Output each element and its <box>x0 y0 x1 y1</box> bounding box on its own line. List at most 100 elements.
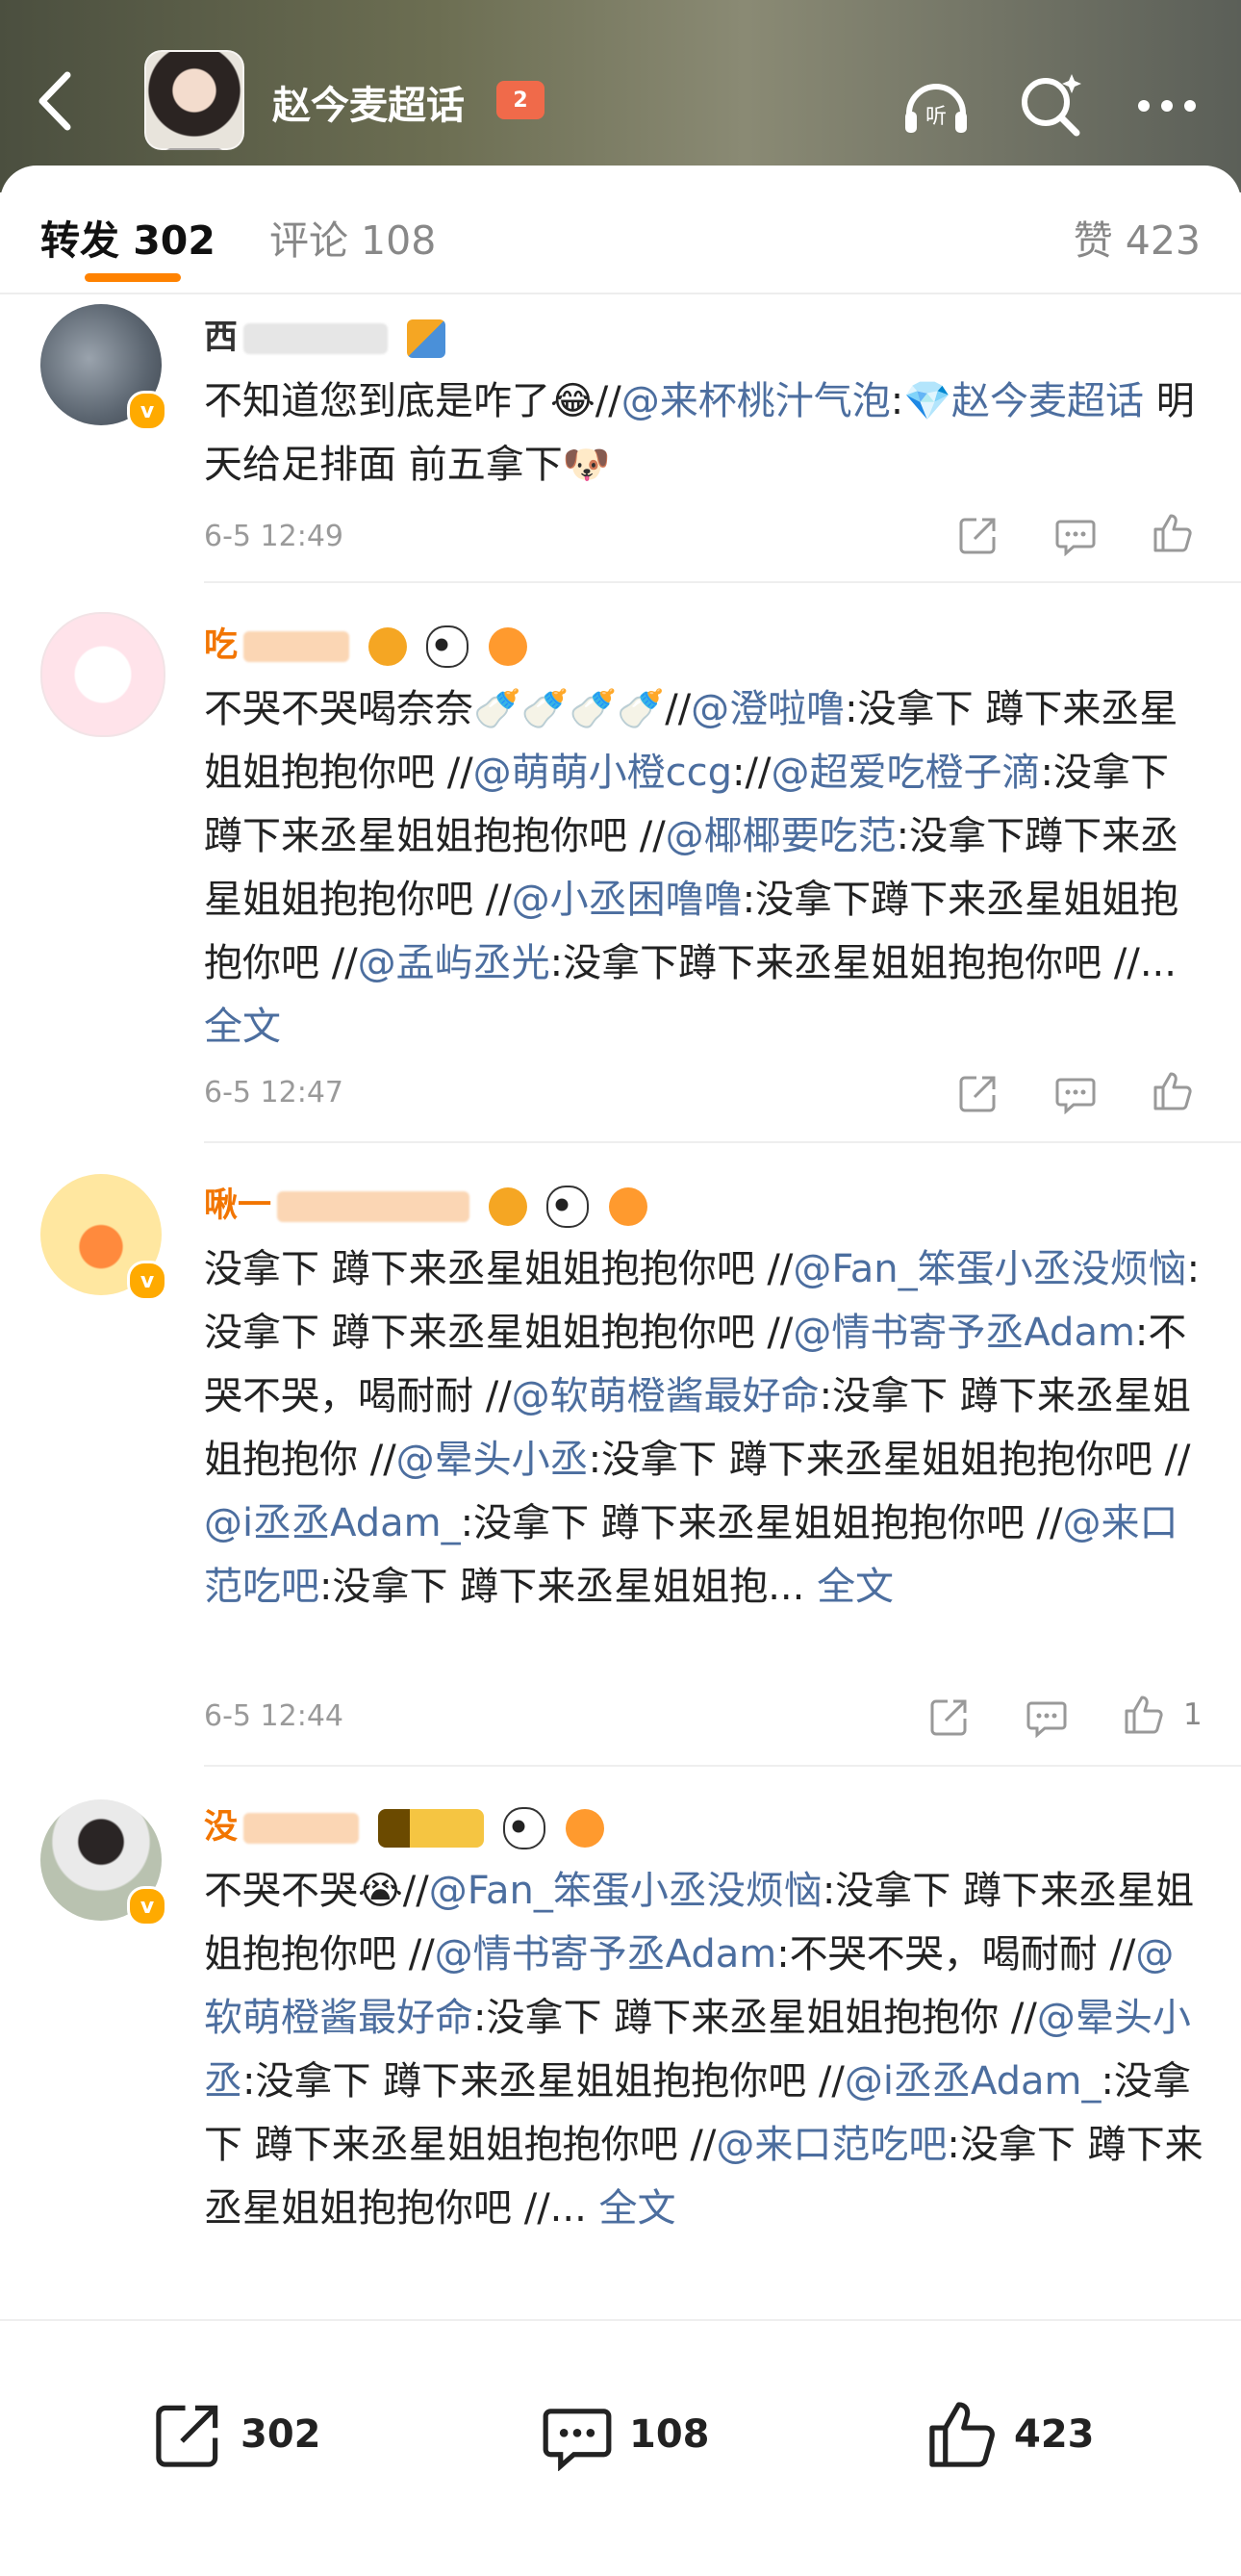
username[interactable]: 啾一 <box>204 1178 647 1228</box>
top-header: 赵今麦超话 2 听 <box>0 0 1241 192</box>
mention-link[interactable]: @椰椰要吃范 <box>666 814 897 858</box>
mention-link[interactable]: @情书寄予丞Adam <box>793 1311 1135 1355</box>
mention-link[interactable]: @晕头小丞 <box>396 1438 589 1482</box>
mention-link[interactable]: @Fan_笨蛋小丞没烦恼 <box>793 1247 1186 1291</box>
post-time: 6-5 12:44 <box>204 1699 343 1733</box>
post-text: :没拿下 蹲下来丞星姐姐抱抱你 // <box>473 1996 1037 2040</box>
like-icon[interactable] <box>1152 1070 1194 1112</box>
repost-icon <box>156 2405 218 2467</box>
mention-link[interactable]: @来杯桃汁气泡 <box>621 379 891 423</box>
bottom-action-bar: 302 108 423 <box>0 2319 1241 2576</box>
post-text: 不知道您到底是咋了😂// <box>204 379 621 423</box>
mention-link[interactable]: @i丞丞Adam_ <box>845 2059 1102 2104</box>
repost-icon[interactable] <box>957 514 1000 556</box>
verified-badge: v <box>127 1261 167 1301</box>
post-text: :不哭不哭，喝耐耐 // <box>776 1932 1136 1977</box>
post-time: 6-5 12:47 <box>204 1076 343 1109</box>
redacted-name <box>277 1191 470 1222</box>
post-content[interactable]: 不知道您到底是咋了😂//@来杯桃汁气泡:💎赵今麦超话 明天给足排面 前五拿下🐶 <box>204 370 1204 497</box>
redacted-name <box>243 323 389 354</box>
comment-icon[interactable] <box>1026 1696 1068 1738</box>
fish-icon <box>608 1187 647 1226</box>
redacted-name <box>243 1813 360 1844</box>
expand-full-text-link[interactable]: 全文 <box>599 2186 676 2231</box>
tab-likes[interactable]: 赞 423 <box>1074 208 1201 266</box>
panda-icon <box>546 1186 590 1228</box>
post-content[interactable]: 不哭不哭喝奈奈🍼🍼🍼🍼//@澄啦噜:没拿下 蹲下来丞星姐姐抱抱你吧 //@萌萌小… <box>204 677 1204 1058</box>
back-icon[interactable] <box>29 67 87 135</box>
comment-button[interactable]: 108 <box>541 2398 710 2471</box>
fish-icon <box>488 627 527 666</box>
level-badge-icon <box>378 1809 485 1848</box>
post-text: :// <box>732 751 772 795</box>
item-divider <box>204 1141 1241 1143</box>
crown-badge-icon <box>489 1187 528 1226</box>
post-text: : <box>890 379 904 423</box>
listen-icon[interactable]: 听 <box>899 69 973 142</box>
mention-link[interactable]: @Fan_笨蛋小丞没烦恼 <box>429 1869 823 1913</box>
mention-link[interactable]: @孟屿丞光 <box>358 941 550 985</box>
expand-full-text-link[interactable]: 全文 <box>817 1565 894 1609</box>
mention-link[interactable]: 💎赵今麦超话 <box>903 379 1144 423</box>
like-button[interactable]: 423 <box>925 2398 1095 2471</box>
repost-count: 302 <box>241 2412 321 2457</box>
search-icon[interactable] <box>1015 69 1088 142</box>
post-text: :没拿下 蹲下来丞星姐姐抱抱你吧 // <box>460 1501 1063 1545</box>
like-count: 423 <box>1014 2412 1095 2457</box>
tabs-divider <box>0 293 1241 294</box>
comment-count: 108 <box>629 2412 710 2457</box>
mention-link[interactable]: @软萌橙酱最好命 <box>512 1374 820 1418</box>
repost-icon[interactable] <box>957 1072 1000 1114</box>
post-time: 6-5 12:49 <box>204 520 343 553</box>
comment-icon[interactable] <box>1054 514 1097 556</box>
username[interactable]: 吃 <box>204 618 527 668</box>
like-icon <box>929 2402 995 2467</box>
fish-icon <box>565 1809 604 1848</box>
post-text: :没拿下 蹲下来丞星姐姐抱抱你吧 // <box>242 2059 845 2104</box>
badge-icon <box>407 319 446 358</box>
more-icon[interactable] <box>1130 69 1203 142</box>
item-divider <box>204 1765 1241 1767</box>
post-content[interactable]: 没拿下 蹲下来丞星姐姐抱抱你吧 //@Fan_笨蛋小丞没烦恼 :没拿下 蹲下来丞星… <box>204 1237 1204 1619</box>
verified-badge: v <box>127 1886 167 1926</box>
like-icon[interactable] <box>1152 512 1194 554</box>
like-icon[interactable] <box>1123 1694 1165 1736</box>
crown-badge-icon <box>368 627 408 666</box>
mention-link[interactable]: @澄啦噜 <box>691 687 845 731</box>
topic-avatar[interactable] <box>144 50 244 150</box>
mention-link[interactable]: @萌萌小橙ccg <box>473 751 732 795</box>
comment-icon[interactable] <box>1054 1072 1097 1114</box>
like-count: 1 <box>1183 1697 1203 1732</box>
verified-badge: v <box>127 391 167 431</box>
mention-link[interactable]: @情书寄予丞Adam <box>435 1932 777 1977</box>
post-content[interactable]: 不哭不哭😭//@Fan_笨蛋小丞没烦恼 :没拿下 蹲下来丞星姐姐抱抱你吧 // @情… <box>204 1859 1204 2240</box>
post-text: 不哭不哭喝奈奈🍼🍼🍼🍼// <box>204 687 692 731</box>
panda-icon <box>503 1807 546 1849</box>
username[interactable]: 没 <box>204 1799 604 1849</box>
mention-link[interactable]: @超爱吃橙子滴 <box>771 751 1040 795</box>
repost-icon[interactable] <box>928 1696 971 1738</box>
panda-icon <box>426 625 469 668</box>
username[interactable]: 西 <box>204 310 446 359</box>
tab-bar: 转发 302 评论 108 赞 423 <box>0 166 1241 295</box>
svg-text:听: 听 <box>925 105 947 129</box>
post-text: :没拿下 蹲下来丞星姐姐抱抱你吧 // <box>588 1438 1191 1482</box>
post-text: :没拿下 蹲下来丞星姐姐抱... <box>319 1565 818 1609</box>
tab-comments[interactable]: 评论 108 <box>269 208 436 266</box>
comment-icon <box>543 2409 612 2471</box>
repost-button[interactable]: 302 <box>152 2398 321 2471</box>
page-title[interactable]: 赵今麦超话 <box>272 74 465 130</box>
tab-reposts[interactable]: 转发 302 <box>40 208 215 266</box>
post-text: 没拿下 蹲下来丞星姐姐抱抱你吧 // <box>204 1247 794 1291</box>
post-text: 不哭不哭😭// <box>204 1869 429 1913</box>
item-divider <box>204 581 1241 583</box>
mention-link[interactable]: @来口范吃吧 <box>716 2123 947 2167</box>
mention-link[interactable]: @小丞困噜噜 <box>512 878 743 922</box>
avatar[interactable] <box>40 612 165 737</box>
expand-full-text-link[interactable]: 全文 <box>204 1005 281 1049</box>
redacted-name <box>243 631 350 662</box>
mention-link[interactable]: @i丞丞Adam_ <box>204 1501 461 1545</box>
active-tab-indicator <box>85 273 181 282</box>
level-badge: 2 <box>496 81 545 119</box>
post-text: :没拿下蹲下来丞星姐姐抱抱你吧 //... <box>549 941 1177 985</box>
